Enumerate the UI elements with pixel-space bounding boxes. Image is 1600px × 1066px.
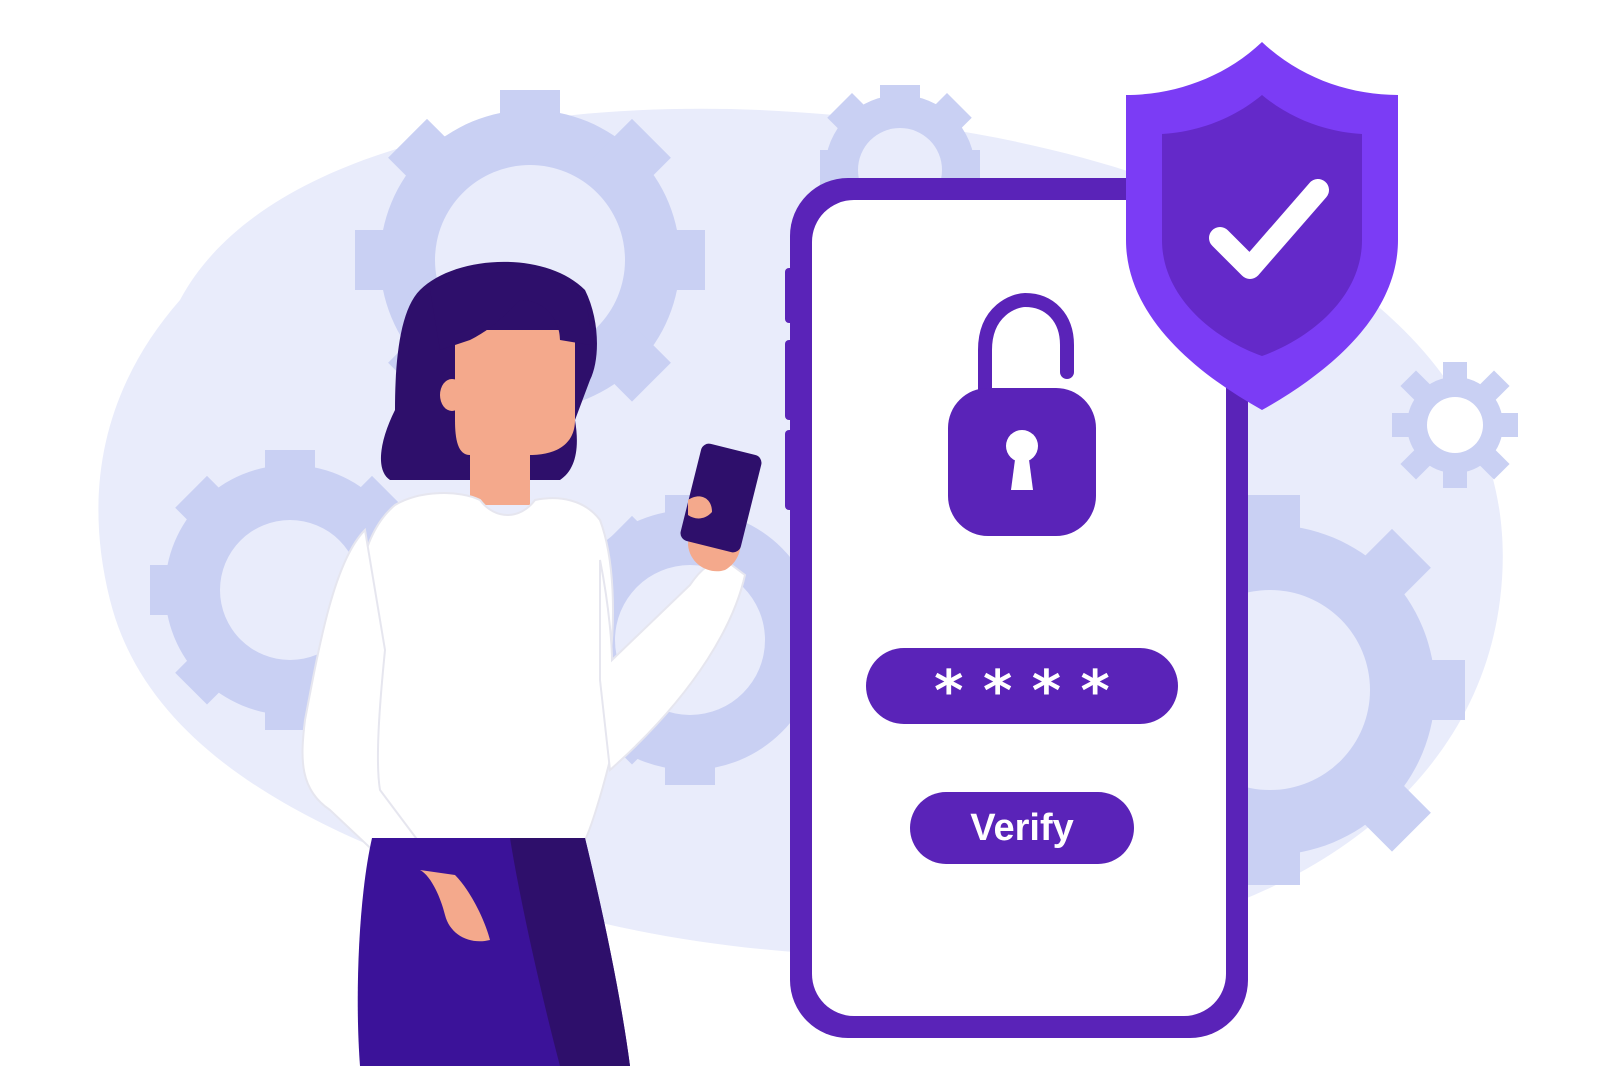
- verify-button[interactable]: Verify: [910, 792, 1134, 864]
- password-mask: * * * *: [934, 659, 1110, 724]
- password-field[interactable]: * * * *: [866, 648, 1178, 724]
- verification-illustration: * * * * Verify: [98, 42, 1518, 1066]
- gear-icon: [1392, 362, 1518, 488]
- verify-button-label: Verify: [970, 807, 1074, 849]
